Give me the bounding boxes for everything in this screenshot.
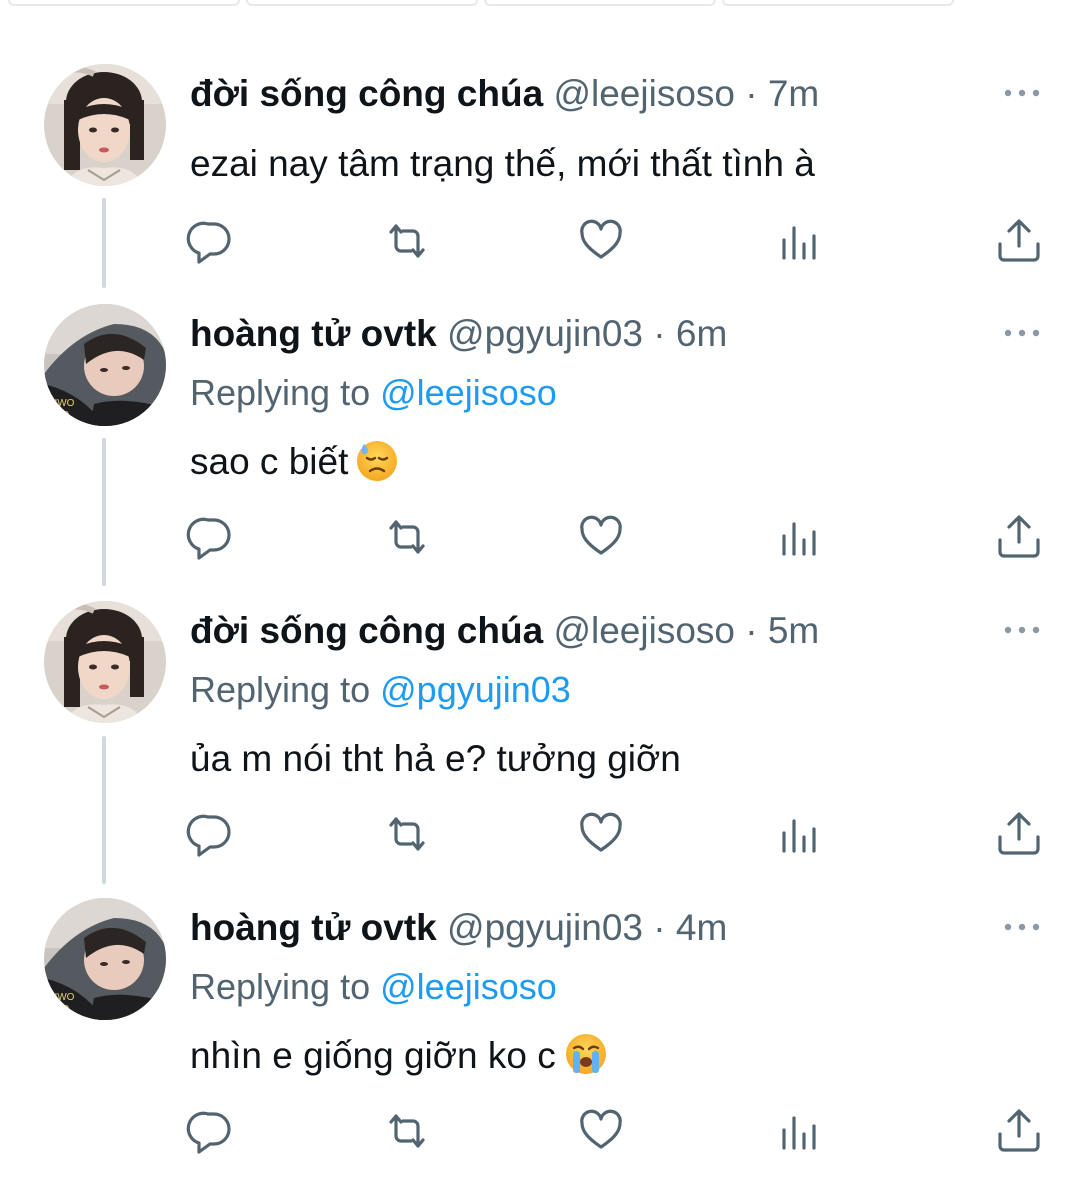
views-icon[interactable] [774,809,824,859]
reply-icon[interactable] [186,216,236,266]
svg-text:S O: S O [52,1004,69,1015]
more-options-icon[interactable] [1002,326,1042,340]
retweet-icon[interactable] [382,512,432,562]
tweet-header: đời sống công chúa @leejisoso · 7m [190,66,819,122]
replying-to-label: Replying to [190,966,371,1007]
avatar[interactable]: HWO S O [44,898,166,1020]
replying-to-mention[interactable]: @leejisoso [380,966,557,1007]
avatar-image-boy: HWO S O [44,898,166,1020]
action-bar [0,809,1080,859]
user-handle[interactable]: @leejisoso [553,73,735,114]
timestamp[interactable]: 6m [676,313,727,354]
timestamp[interactable]: 7m [768,73,819,114]
tweet-header: đời sống công chúa @leejisoso · 5m [190,603,819,659]
share-icon[interactable] [994,1106,1044,1156]
loudly-crying-face-icon [564,1032,608,1092]
more-options-icon[interactable] [1002,86,1042,100]
retweet-icon[interactable] [382,809,432,859]
separator-dot: · [745,610,758,651]
tweet-text-content: ezai nay tâm trạng thế, mới thất tình à [190,143,815,184]
replying-to: Replying to @leejisoso [190,368,557,418]
user-handle[interactable]: @pgyujin03 [447,313,643,354]
user-handle[interactable]: @leejisoso [553,610,735,651]
display-name[interactable]: đời sống công chúa [190,610,543,651]
more-options-icon[interactable] [1002,920,1042,934]
share-icon[interactable] [994,512,1044,562]
top-strip [0,0,1080,6]
replying-to: Replying to @pgyujin03 [190,665,571,715]
reply-icon[interactable] [186,1106,236,1156]
tweet-text: ezai nay tâm trạng thế, mới thất tình à [190,136,815,192]
separator-dot: · [653,313,666,354]
svg-text:HWO: HWO [50,398,75,409]
views-icon[interactable] [774,216,824,266]
avatar-image-boy: HWO S O [44,304,166,426]
tweet-header: hoàng tử ovtk @pgyujin03 · 6m [190,306,727,362]
action-bar [0,216,1080,266]
like-icon[interactable] [576,1106,626,1156]
share-icon[interactable] [994,216,1044,266]
timestamp[interactable]: 5m [768,610,819,651]
share-icon[interactable] [994,809,1044,859]
tweet-text: ủa m nói tht hả e? tưởng giỡn [190,731,681,787]
retweet-icon[interactable] [382,1106,432,1156]
user-handle[interactable]: @pgyujin03 [447,907,643,948]
action-bar [0,1106,1080,1156]
action-bar [0,512,1080,562]
tweet[interactable]: HWO S O hoàng tử ovtk @pgyujin03 · 6m Re… [0,304,1080,576]
svg-text:HWO: HWO [50,992,75,1003]
more-options-icon[interactable] [1002,623,1042,637]
replying-to: Replying to @leejisoso [190,962,557,1012]
replying-to-mention[interactable]: @pgyujin03 [380,669,571,710]
avatar[interactable] [44,601,166,723]
tweet[interactable]: đời sống công chúa @leejisoso · 7m ezai … [0,64,1080,266]
tweet[interactable]: đời sống công chúa @leejisoso · 5m Reply… [0,601,1080,873]
replying-to-label: Replying to [190,372,371,413]
avatar-image-girl [44,64,166,186]
tweet-header: hoàng tử ovtk @pgyujin03 · 4m [190,900,727,956]
replying-to-label: Replying to [190,669,371,710]
separator-dot: · [745,73,758,114]
views-icon[interactable] [774,512,824,562]
separator-dot: · [653,907,666,948]
tweet-text: nhìn e giống giỡn ko c [190,1028,608,1092]
like-icon[interactable] [576,809,626,859]
like-icon[interactable] [576,216,626,266]
avatar[interactable] [44,64,166,186]
reply-icon[interactable] [186,809,236,859]
replying-to-mention[interactable]: @leejisoso [380,372,557,413]
tweet-text: sao c biết [190,434,398,498]
tweet-text-content: sao c biết [190,441,349,482]
sweat-sad-face-icon [356,440,398,498]
avatar[interactable]: HWO S O [44,304,166,426]
tweet-text-content: nhìn e giống giỡn ko c [190,1035,556,1076]
timestamp[interactable]: 4m [676,907,727,948]
avatar-image-girl [44,601,166,723]
tweet[interactable]: HWO S O hoàng tử ovtk @pgyujin03 · 4m Re… [0,898,1080,1170]
like-icon[interactable] [576,512,626,562]
tweet-text-content: ủa m nói tht hả e? tưởng giỡn [190,738,681,779]
retweet-icon[interactable] [382,216,432,266]
svg-text:S O: S O [52,410,69,421]
display-name[interactable]: đời sống công chúa [190,73,543,114]
reply-icon[interactable] [186,512,236,562]
display-name[interactable]: hoàng tử ovtk [190,907,437,948]
views-icon[interactable] [774,1106,824,1156]
display-name[interactable]: hoàng tử ovtk [190,313,437,354]
